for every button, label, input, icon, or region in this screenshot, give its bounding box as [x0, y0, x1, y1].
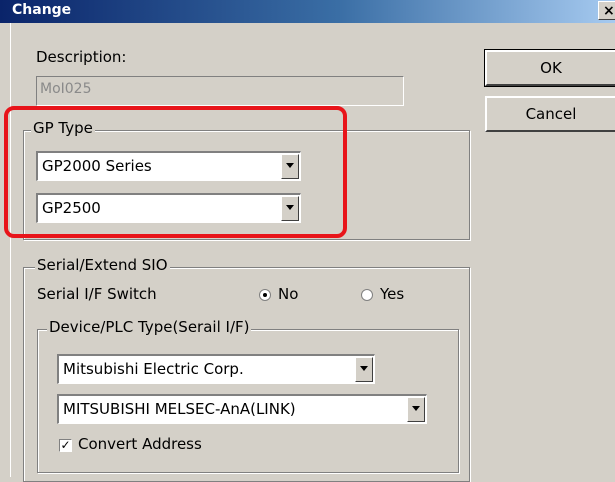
radio-no-label[interactable]: No	[278, 285, 298, 303]
serial-switch-label: Serial I/F Switch	[37, 285, 157, 303]
serial-legend: Serial/Extend SIO	[35, 256, 170, 274]
description-label: Description:	[36, 48, 127, 66]
chevron-down-icon[interactable]	[355, 357, 373, 382]
ok-button[interactable]: OK	[484, 49, 615, 87]
radio-yes-label[interactable]: Yes	[380, 285, 404, 303]
gp-type-highlight	[4, 106, 347, 238]
close-button[interactable]: ×	[598, 1, 615, 20]
radio-no[interactable]	[259, 289, 271, 301]
device-legend: Device/PLC Type(Serail I/F)	[47, 318, 252, 336]
window-left-edge	[10, 23, 11, 477]
cancel-button[interactable]: Cancel	[485, 96, 615, 132]
window-title: Change	[12, 2, 72, 18]
description-field: MoI025	[36, 76, 404, 106]
device-maker-select[interactable]: Mitsubishi Electric Corp.	[57, 354, 375, 384]
chevron-down-icon[interactable]	[407, 397, 425, 422]
convert-address-label[interactable]: Convert Address	[78, 435, 202, 453]
device-type-select[interactable]: MITSUBISHI MELSEC-AnA(LINK)	[57, 394, 427, 424]
device-type-value: MITSUBISHI MELSEC-AnA(LINK)	[63, 400, 296, 418]
radio-yes[interactable]	[361, 289, 373, 301]
convert-address-checkbox[interactable]: ✓	[59, 439, 72, 452]
device-maker-value: Mitsubishi Electric Corp.	[63, 360, 244, 378]
title-bar	[0, 0, 615, 23]
